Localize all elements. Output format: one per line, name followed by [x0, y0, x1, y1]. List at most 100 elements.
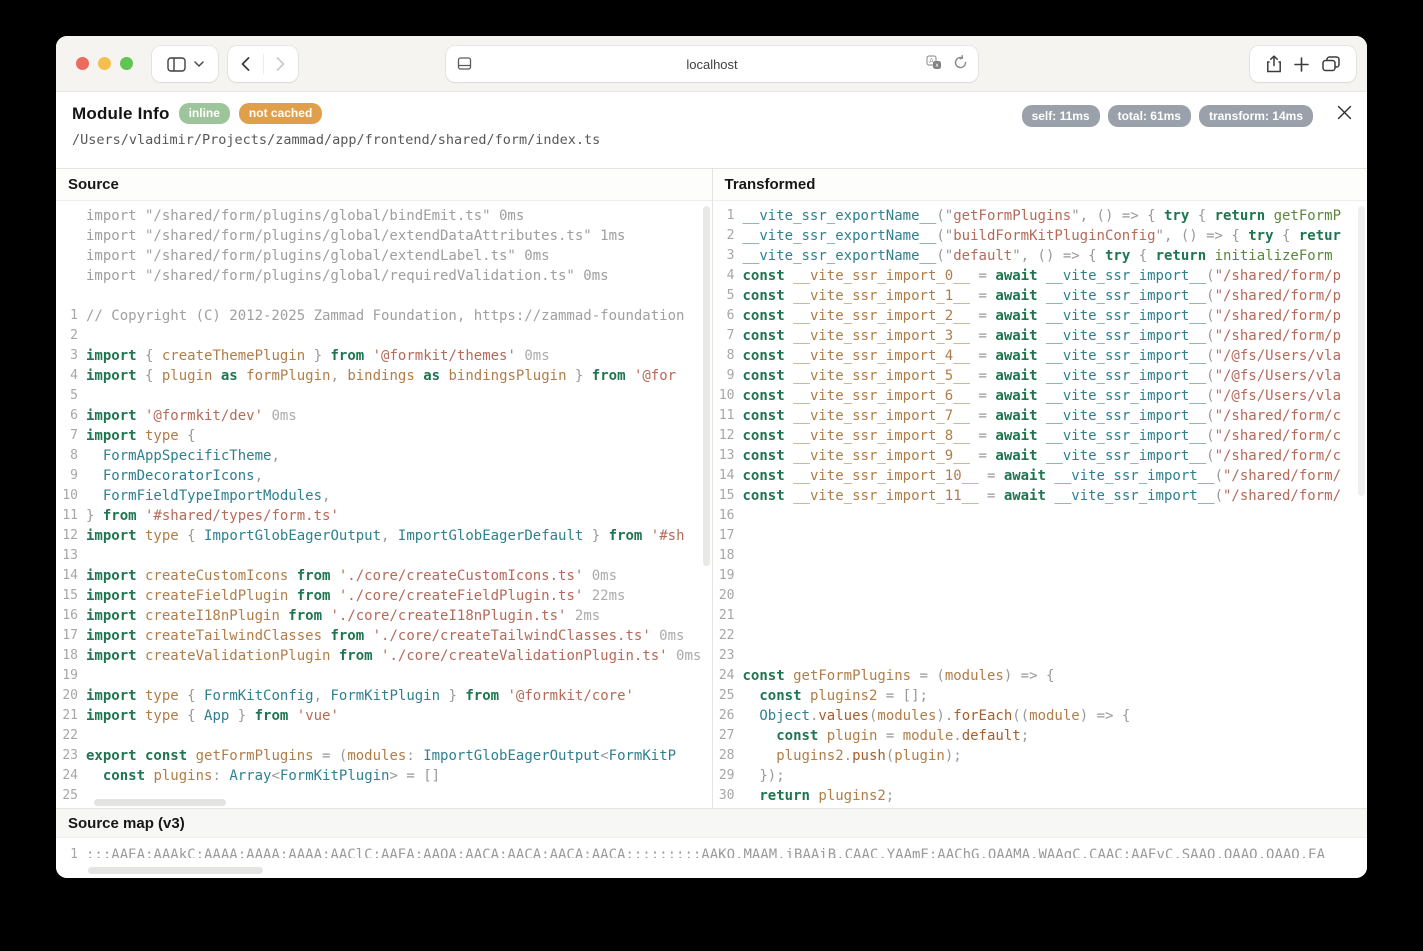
new-tab-button[interactable] — [1294, 57, 1309, 72]
code-text: import "/shared/form/plugins/global/exte… — [86, 226, 625, 246]
code-line: 24const getFormPlugins = (modules) => { — [713, 666, 1368, 686]
token — [743, 708, 760, 724]
transformed-code[interactable]: 1__vite_ssr_exportName__("getFormPlugins… — [713, 201, 1368, 808]
back-button[interactable] — [229, 57, 263, 71]
token — [743, 688, 760, 704]
line-number: 15 — [713, 486, 743, 506]
code-text: const plugins2 = []; — [743, 686, 928, 706]
close-button[interactable] — [1334, 102, 1354, 122]
line-number: 10 — [56, 486, 86, 506]
token: App — [204, 708, 229, 724]
code-line: 5 — [56, 386, 712, 406]
token: from — [330, 648, 372, 664]
code-line: 13const __vite_ssr_import_9__ = await __… — [713, 446, 1368, 466]
code-text: const plugins: Array<FormKitPlugin> = [] — [86, 766, 440, 786]
token: "/shared/form/c — [1215, 428, 1341, 444]
line-number: 2 — [713, 226, 743, 246]
code-text: import { createThemePlugin } from '@form… — [86, 346, 550, 366]
token: await — [995, 268, 1037, 284]
code-line: 20 — [713, 586, 1368, 606]
token: as — [212, 368, 237, 384]
line-number: 29 — [713, 766, 743, 786]
code-line: 17 — [713, 526, 1368, 546]
line-number: 21 — [713, 606, 743, 626]
token: const — [743, 308, 785, 324]
code-line: 27 const plugin = module.default; — [713, 726, 1368, 746]
token: type — [137, 428, 179, 444]
token: ( — [1206, 428, 1214, 444]
token: await — [995, 348, 1037, 364]
token: __vite_ssr_import_7__ — [785, 408, 970, 424]
token: await — [995, 328, 1037, 344]
token: = ( — [911, 668, 945, 684]
browser-toolbar: localhost A x — [56, 36, 1367, 92]
token: "/@fs/Users/vla — [1215, 368, 1341, 384]
token: type — [137, 688, 179, 704]
sidebar-menu-chevron[interactable] — [194, 61, 204, 67]
token: , — [314, 688, 331, 704]
minimize-window-button[interactable] — [98, 57, 111, 70]
sidebar-toggle-button[interactable] — [167, 57, 186, 72]
address-bar[interactable]: localhost A x — [446, 46, 978, 82]
code-line: 29 }); — [713, 766, 1368, 786]
code-text: FormAppSpecificTheme, — [86, 446, 280, 466]
token: __vite_ssr_import_3__ — [785, 328, 970, 344]
token: type — [137, 708, 179, 724]
token: module — [903, 728, 954, 744]
line-number: 22 — [713, 626, 743, 646]
token: const — [743, 328, 785, 344]
token: 0ms — [651, 628, 685, 644]
token: await — [995, 388, 1037, 404]
code-line: 11const __vite_ssr_import_7__ = await __… — [713, 406, 1368, 426]
code-text: import type { ImportGlobEagerOutput, Imp… — [86, 526, 685, 546]
forward-button[interactable] — [264, 57, 298, 71]
code-line: import "/shared/form/plugins/global/bind… — [56, 206, 712, 226]
token: { — [1274, 228, 1299, 244]
code-line: 3import { createThemePlugin } from '@for… — [56, 346, 712, 366]
show-tabs-button[interactable] — [1322, 56, 1340, 72]
source-vertical-scrollbar[interactable] — [703, 206, 710, 566]
token: ( — [1206, 308, 1214, 324]
code-text: import createI18nPlugin from './core/cre… — [86, 606, 600, 626]
code-line: 9const __vite_ssr_import_5__ = await __v… — [713, 366, 1368, 386]
line-number: 10 — [713, 386, 743, 406]
token: = — [970, 348, 995, 364]
token: from — [103, 508, 137, 524]
token: modules — [877, 708, 936, 724]
zoom-window-button[interactable] — [120, 57, 133, 70]
code-line: 12import type { ImportGlobEagerOutput, I… — [56, 526, 712, 546]
token: { — [137, 348, 162, 364]
token: plugins2 — [776, 748, 843, 764]
token: = — [970, 288, 995, 304]
page-settings-button[interactable] — [457, 56, 472, 71]
share-button[interactable] — [1266, 55, 1282, 73]
line-number: 21 — [56, 706, 86, 726]
token: . — [844, 748, 852, 764]
token: '#shared/types/form.ts' — [137, 508, 339, 524]
token: forEach — [953, 708, 1012, 724]
close-window-button[interactable] — [76, 57, 89, 70]
sourcemap-horizontal-scrollbar[interactable] — [88, 867, 263, 874]
code-text: import createFieldPlugin from './core/cr… — [86, 586, 625, 606]
token: plugins2 — [810, 788, 886, 804]
reload-button[interactable] — [953, 55, 968, 70]
source-code[interactable]: import "/shared/form/plugins/global/bind… — [56, 201, 712, 808]
token: from — [330, 348, 364, 364]
token: { — [1130, 248, 1155, 264]
token: __vite_ssr_import_10__ — [785, 468, 979, 484]
token — [743, 728, 777, 744]
code-text: export const getFormPlugins = (modules: … — [86, 746, 676, 766]
close-icon — [1337, 105, 1352, 120]
code-line: 14const __vite_ssr_import_10__ = await _… — [713, 466, 1368, 486]
token: ) => { — [1004, 668, 1055, 684]
source-horizontal-scrollbar[interactable] — [94, 799, 226, 806]
token: ", () => { — [1156, 228, 1249, 244]
line-number: 9 — [56, 466, 86, 486]
token: ( — [1206, 348, 1214, 364]
translate-button[interactable]: A x — [926, 55, 943, 70]
line-number: 3 — [713, 246, 743, 266]
module-info-header: Module Info inlinenot cached self: 11mst… — [56, 92, 1367, 168]
token: export const — [86, 748, 187, 764]
token: FormKitP — [609, 748, 676, 764]
transformed-vertical-scrollbar[interactable] — [1358, 206, 1365, 496]
